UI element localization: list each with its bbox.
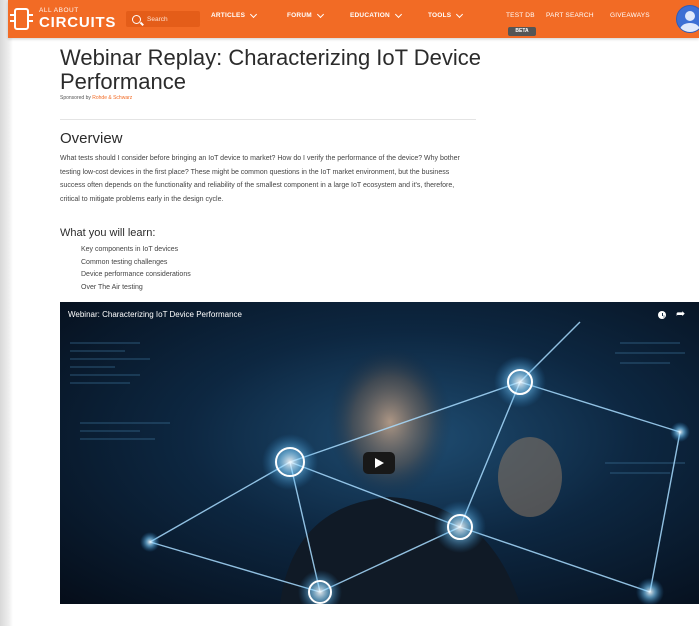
nav-part-search[interactable]: PART SEARCH [546, 12, 594, 19]
chip-logo-icon [10, 8, 33, 30]
chevron-down-icon [250, 10, 258, 19]
page-title: Webinar Replay: Characterizing IoT Devic… [60, 45, 482, 94]
nav-education[interactable]: EDUCATION [350, 10, 403, 19]
nav-tools[interactable]: TOOLS [428, 10, 464, 19]
list-item: Common testing challenges [81, 258, 168, 266]
learn-list: Key components in IoT devices Common tes… [81, 244, 191, 294]
learn-heading: What you will learn: [60, 227, 156, 239]
logo-small-text: ALL ABOUT [39, 7, 79, 15]
sponsor-prefix: Sponsored by [60, 95, 91, 101]
nav-articles[interactable]: ARTICLES [211, 10, 258, 19]
avatar-body [680, 23, 699, 32]
search-input[interactable] [147, 15, 197, 23]
avatar-head [685, 11, 695, 21]
nav-forum-label: FORUM [287, 12, 312, 19]
window-left-edge [0, 0, 13, 626]
sponsor-line: Sponsored by Rohde & Schwarz [60, 95, 132, 101]
title-divider [60, 119, 476, 120]
video-title: Webinar: Characterizing IoT Device Perfo… [68, 310, 242, 319]
watch-later-icon[interactable] [658, 311, 666, 319]
chevron-down-icon [394, 10, 403, 19]
logo-big-text: CIRCUITS [39, 13, 117, 31]
nav-part-search-label: PART SEARCH [546, 12, 594, 19]
list-item: Device performance considerations [81, 271, 191, 278]
video-player[interactable]: Webinar: Characterizing IoT Device Perfo… [60, 302, 699, 604]
nav-education-label: EDUCATION [350, 12, 390, 19]
sponsor-link[interactable]: Rohde & Schwarz [92, 95, 132, 101]
nav-tools-label: TOOLS [428, 12, 452, 19]
search-icon[interactable] [132, 14, 141, 24]
nav-giveaways-label: GIVEAWAYS [610, 12, 650, 19]
search-box[interactable] [126, 11, 200, 27]
top-navbar: ALL ABOUT CIRCUITS ARTICLES FORUM EDUCAT… [8, 0, 699, 38]
nav-articles-label: ARTICLES [211, 12, 246, 19]
user-avatar[interactable] [676, 5, 699, 33]
logo-text: ALL ABOUT CIRCUITS [39, 8, 116, 30]
list-item: Key components in IoT devices [81, 246, 179, 253]
chevron-down-icon [316, 10, 324, 19]
share-icon[interactable]: ➦ [676, 309, 685, 320]
chevron-down-icon [456, 10, 464, 19]
overview-heading: Overview [60, 130, 123, 147]
nav-test-db[interactable]: TEST DB [506, 12, 535, 19]
list-item: Over The Air testing [81, 283, 143, 291]
site-logo[interactable]: ALL ABOUT CIRCUITS [10, 3, 116, 35]
play-button[interactable] [363, 452, 395, 474]
nav-test-db-label: TEST DB [506, 12, 535, 19]
nav-giveaways[interactable]: GIVEAWAYS [610, 12, 650, 19]
beta-badge: BETA [508, 27, 536, 36]
nav-forum[interactable]: FORUM [287, 10, 324, 19]
overview-paragraph: What tests should I consider before brin… [60, 155, 460, 203]
